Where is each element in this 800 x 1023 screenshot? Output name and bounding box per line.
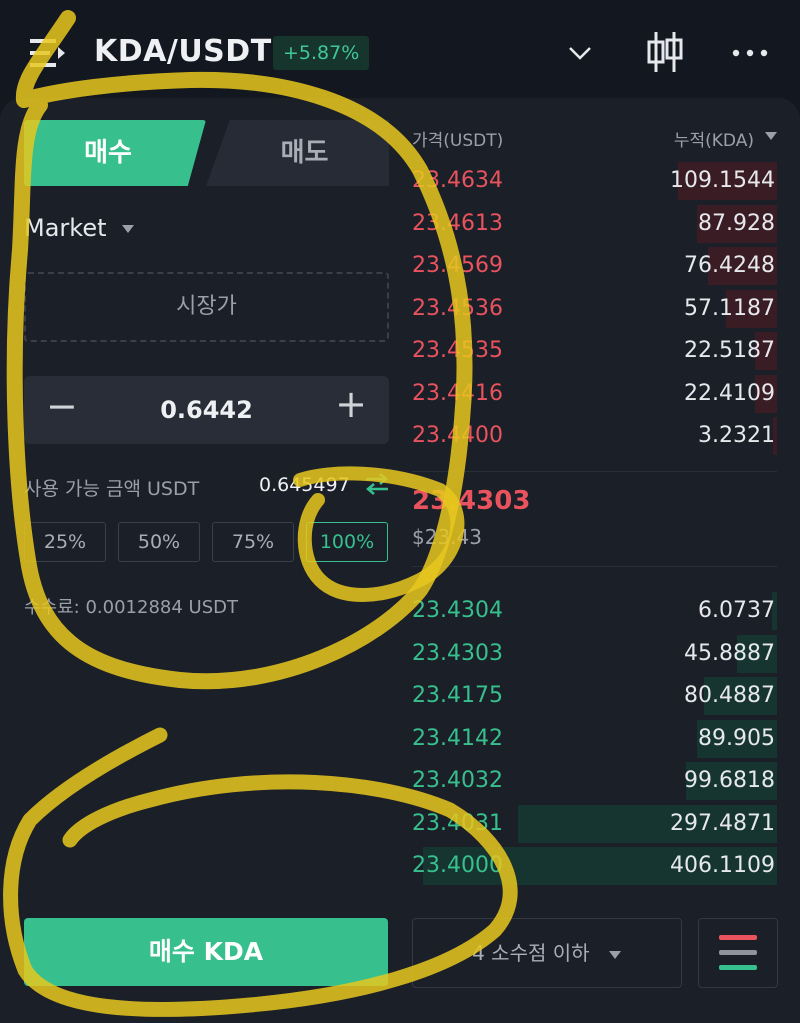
ask-quantity: 22.5187 — [684, 338, 775, 363]
ask-row[interactable]: 23.4536 57.1187 — [412, 289, 777, 329]
layout-icon-line-ask — [719, 935, 757, 940]
bid-quantity: 99.6818 — [684, 768, 775, 793]
transfer-icon[interactable] — [364, 472, 390, 496]
percent-50-button[interactable]: 50% — [118, 522, 200, 562]
ask-price: 23.4416 — [412, 380, 503, 406]
ask-row[interactable]: 23.4613 87.928 — [412, 204, 777, 244]
available-balance-label: 사용 가능 금액 USDT — [24, 478, 200, 500]
bid-quantity: 89.905 — [698, 725, 775, 751]
order-type-select[interactable]: Market — [24, 214, 107, 242]
bid-price: 23.4031 — [412, 810, 503, 836]
decimals-select[interactable]: 4 소수점 이하 — [412, 918, 682, 988]
caret-down-icon[interactable] — [764, 131, 778, 141]
bid-price: 23.4304 — [412, 598, 503, 623]
layout-icon-line-bid — [719, 965, 757, 970]
ask-price: 23.4569 — [412, 253, 503, 278]
percent-25-button[interactable]: 25% — [24, 522, 106, 562]
price-change-badge: +5.87% — [273, 36, 370, 70]
orderbook-layout-button[interactable] — [698, 918, 778, 988]
divider — [412, 471, 777, 472]
bid-price: 23.4032 — [412, 768, 503, 793]
ask-row[interactable]: 23.4535 22.5187 — [412, 331, 777, 371]
caret-down-icon[interactable] — [121, 224, 135, 234]
ask-quantity: 76.4248 — [684, 253, 775, 278]
bid-row[interactable]: 23.4000 406.1109 — [412, 846, 777, 886]
price-input[interactable]: 시장가 — [24, 272, 389, 342]
ask-quantity: 109.1544 — [670, 168, 775, 193]
ask-price: 23.4613 — [412, 210, 503, 236]
tab-buy[interactable]: 매수 — [24, 120, 206, 186]
ask-row[interactable]: 23.4416 22.4109 — [412, 374, 777, 414]
bid-quantity: 80.4887 — [684, 683, 775, 708]
bid-quantity: 45.8887 — [684, 640, 775, 666]
menu-icon[interactable] — [28, 36, 66, 70]
divider — [412, 566, 777, 567]
top-bar: KDA/USDT +5.87% — [0, 0, 800, 100]
fee-text: 수수료: 0.0012884 USDT — [24, 597, 238, 618]
ask-row[interactable]: 23.4400 3.2321 — [412, 416, 777, 456]
bid-row[interactable]: 23.4304 6.0737 — [412, 591, 777, 631]
orderbook-price-header: 가격(USDT) — [412, 131, 504, 151]
bid-row[interactable]: 23.4032 99.6818 — [412, 761, 777, 801]
increase-button[interactable]: + — [335, 382, 367, 426]
last-price-usd: $23.43 — [412, 525, 482, 549]
bid-row[interactable]: 23.4303 45.8887 — [412, 634, 777, 674]
bid-quantity: 406.1109 — [670, 853, 775, 878]
last-price: 23.4303 — [412, 486, 531, 516]
chevron-down-icon[interactable] — [565, 40, 595, 66]
bid-price: 23.4142 — [412, 725, 503, 751]
ask-quantity: 3.2321 — [698, 423, 775, 448]
available-balance-value: 0.645497 — [259, 474, 350, 496]
bid-row[interactable]: 23.4031 297.4871 — [412, 804, 777, 844]
bid-price: 23.4175 — [412, 683, 503, 708]
bid-price: 23.4000 — [412, 853, 503, 878]
more-icon[interactable] — [730, 38, 770, 68]
decimals-label: 4 소수점 이하 — [472, 941, 590, 965]
bid-price: 23.4303 — [412, 640, 503, 666]
caret-down-icon — [608, 950, 621, 959]
trading-pair-title[interactable]: KDA/USDT — [94, 34, 272, 69]
percent-100-button[interactable]: 100% — [306, 522, 388, 562]
ask-price: 23.4535 — [412, 338, 503, 363]
layout-icon-line-mid — [719, 950, 757, 955]
bid-quantity: 297.4871 — [670, 810, 775, 836]
candlestick-chart-icon[interactable] — [646, 30, 684, 74]
ask-price: 23.4536 — [412, 295, 503, 321]
ask-price: 23.4400 — [412, 423, 503, 448]
side-tabs: 매수 매도 — [24, 120, 389, 186]
percent-75-button[interactable]: 75% — [212, 522, 294, 562]
bid-row[interactable]: 23.4175 80.4887 — [412, 676, 777, 716]
ask-row[interactable]: 23.4634 109.1544 — [412, 161, 777, 201]
percent-options: 25% 50% 75% 100% — [24, 522, 389, 562]
bid-row[interactable]: 23.4142 89.905 — [412, 719, 777, 759]
ask-row[interactable]: 23.4569 76.4248 — [412, 246, 777, 286]
ask-price: 23.4634 — [412, 168, 503, 193]
quantity-stepper[interactable]: − 0.6442 + — [24, 376, 389, 444]
buy-kda-button[interactable]: 매수 KDA — [24, 918, 388, 986]
orderbook-qty-header[interactable]: 누적(KDA) — [674, 126, 754, 151]
ask-quantity: 87.928 — [698, 210, 775, 236]
ask-quantity: 22.4109 — [684, 380, 775, 406]
bid-quantity: 6.0737 — [698, 598, 775, 623]
tab-sell[interactable]: 매도 — [206, 120, 389, 186]
ask-quantity: 57.1187 — [684, 295, 775, 321]
